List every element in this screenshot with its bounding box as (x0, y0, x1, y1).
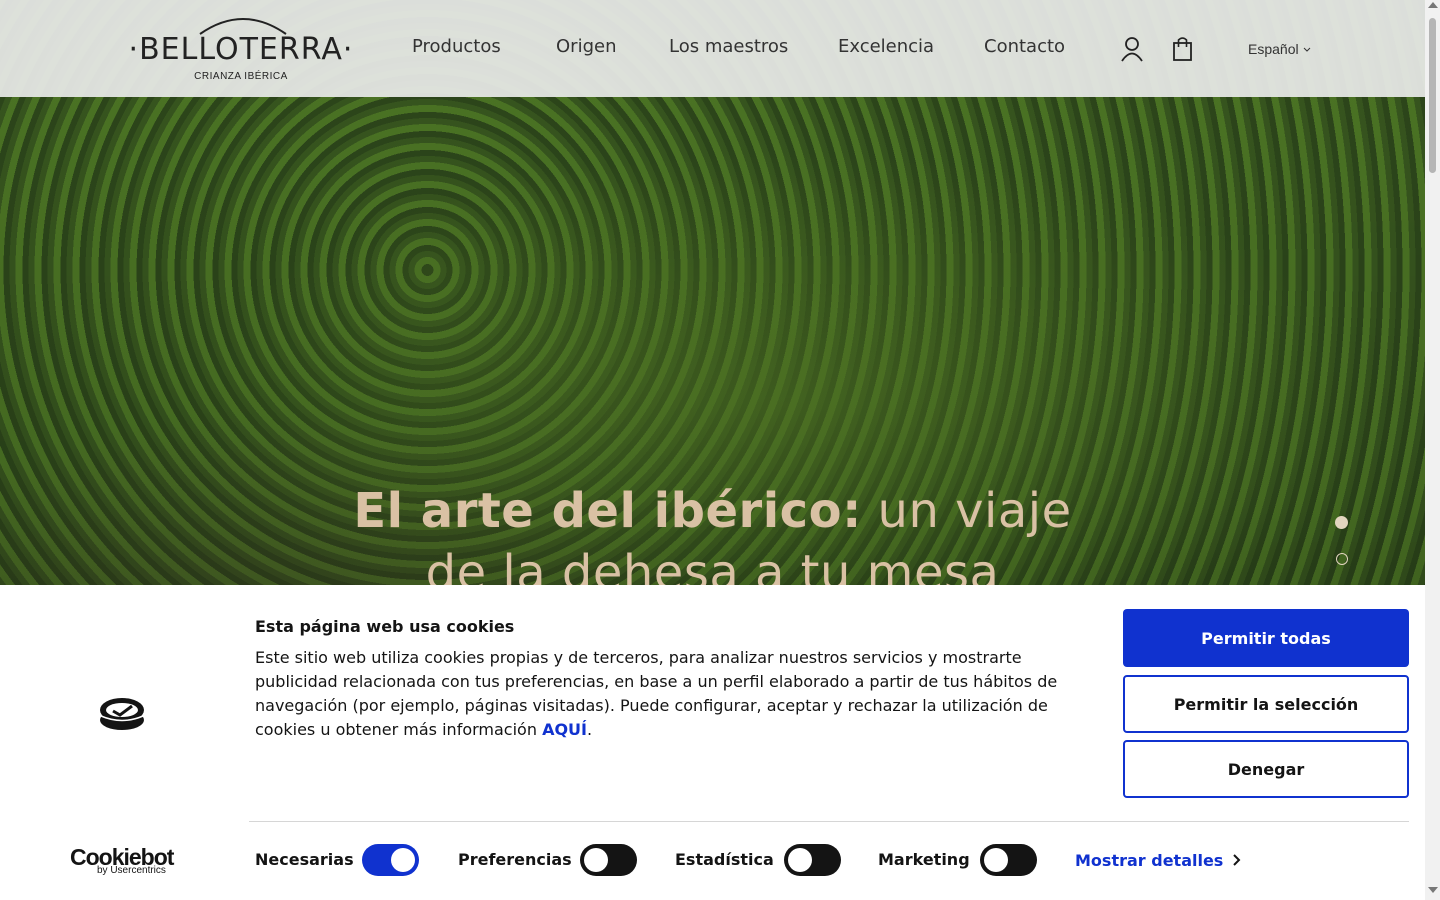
language-selector[interactable]: Español (1248, 41, 1311, 57)
nav-origen[interactable]: Origen (556, 36, 616, 57)
site-header: ·BELLOTERRA· CRIANZA IBÉRICA Productos O… (0, 0, 1425, 97)
toggle-knob (984, 848, 1008, 872)
toggle-label-marketing: Marketing (878, 850, 970, 869)
deny-button[interactable]: Denegar (1123, 740, 1409, 798)
scrollbar-thumb[interactable] (1429, 18, 1436, 173)
toggle-knob (584, 848, 608, 872)
toggle-estadistica[interactable] (784, 844, 841, 876)
toggle-knob (391, 848, 415, 872)
chevron-right-icon[interactable] (1230, 853, 1244, 867)
language-label: Español (1248, 41, 1299, 57)
logo-tagline: CRIANZA IBÉRICA (194, 71, 288, 82)
cookiebot-icon (100, 698, 144, 730)
shopping-bag-icon[interactable] (1171, 36, 1195, 62)
toggle-label-preferencias: Preferencias (458, 850, 572, 869)
nav-excelencia[interactable]: Excelencia (838, 36, 934, 57)
nav-productos[interactable]: Productos (412, 36, 501, 57)
toggle-necesarias[interactable] (362, 844, 419, 876)
toggle-preferencias[interactable] (580, 844, 637, 876)
chevron-down-icon (1304, 47, 1311, 53)
slide-dot-1[interactable] (1335, 516, 1348, 529)
cookie-title: Esta página web usa cookies (255, 617, 515, 636)
nav-contacto[interactable]: Contacto (984, 36, 1065, 57)
cookiebot-sub: by Usercentrics (97, 865, 166, 876)
allow-selection-button[interactable]: Permitir la selección (1123, 675, 1409, 733)
cookie-text: Este sitio web utiliza cookies propias y… (255, 648, 1058, 739)
cookie-description: Este sitio web utiliza cookies propias y… (255, 646, 1085, 742)
nav-los-maestros[interactable]: Los maestros (669, 36, 788, 57)
slide-dot-2[interactable] (1336, 553, 1348, 565)
user-icon[interactable] (1120, 36, 1144, 62)
belloterra-logo[interactable]: ·BELLOTERRA· CRIANZA IBÉRICA (128, 12, 354, 87)
toggle-marketing[interactable] (980, 844, 1037, 876)
text-period: . (587, 720, 593, 739)
toggle-label-estadistica: Estadística (675, 850, 774, 869)
hero-title-strong: El arte del ibérico: (353, 483, 862, 539)
toggle-knob (788, 848, 812, 872)
cookiebot-logo[interactable]: Cookiebot by Usercentrics (70, 844, 180, 878)
allow-all-button[interactable]: Permitir todas (1123, 609, 1409, 667)
show-details-link[interactable]: Mostrar detalles (1075, 851, 1223, 870)
cookie-divider (249, 821, 1409, 822)
more-info-link[interactable]: AQUÍ (542, 720, 587, 739)
toggle-label-necesarias: Necesarias (255, 850, 354, 869)
scroll-down-icon[interactable] (1428, 887, 1438, 893)
logo-name: ·BELLOTERRA· (128, 32, 354, 67)
scroll-up-icon[interactable] (1428, 2, 1438, 8)
